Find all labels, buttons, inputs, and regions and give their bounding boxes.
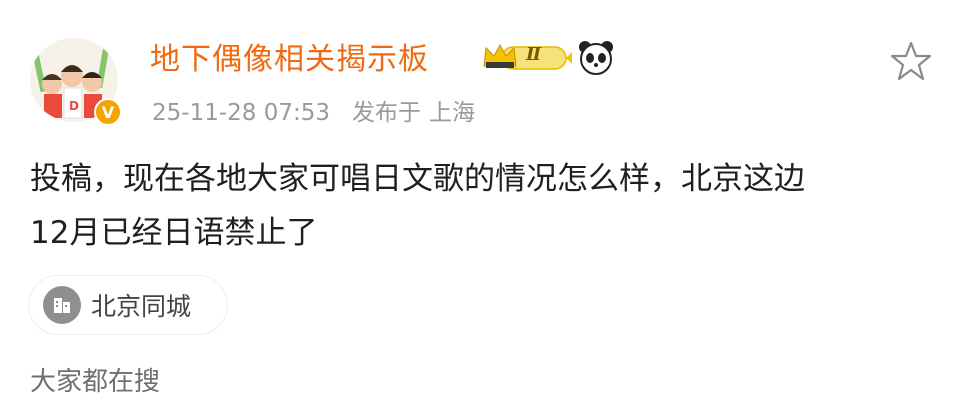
author-avatar[interactable]: D V [30,38,126,126]
verified-badge: V [94,98,122,126]
building-icon [43,286,81,324]
panda-icon [578,40,614,76]
post-timestamp: 25-11-28 07:53 [152,100,330,126]
post-location: 上海 [429,100,475,126]
post-location-label: 发布于 [352,100,421,126]
post-body: 投稿，现在各地大家可唱日文歌的情况怎么样，北京这边 12月已经日语禁止了 [30,152,920,260]
star-icon[interactable] [890,40,932,82]
location-tag-label: 北京同城 [91,292,192,321]
post-text-line: 12月已经日语禁止了 [30,215,318,251]
location-tag-chip[interactable]: 北京同城 [28,275,228,335]
crown-rank-badge[interactable]: Ⅱ [482,42,574,72]
post-text-line: 投稿，现在各地大家可唱日文歌的情况怎么样，北京这边 [30,161,805,197]
author-name[interactable]: 地下偶像相关揭示板 [150,38,429,82]
svg-text:D: D [69,99,79,113]
rank-label: Ⅱ [526,44,542,65]
trending-search-title: 大家都在搜 [30,367,161,397]
post-meta: 25-11-28 07:53 发布于 上海 [152,96,475,130]
